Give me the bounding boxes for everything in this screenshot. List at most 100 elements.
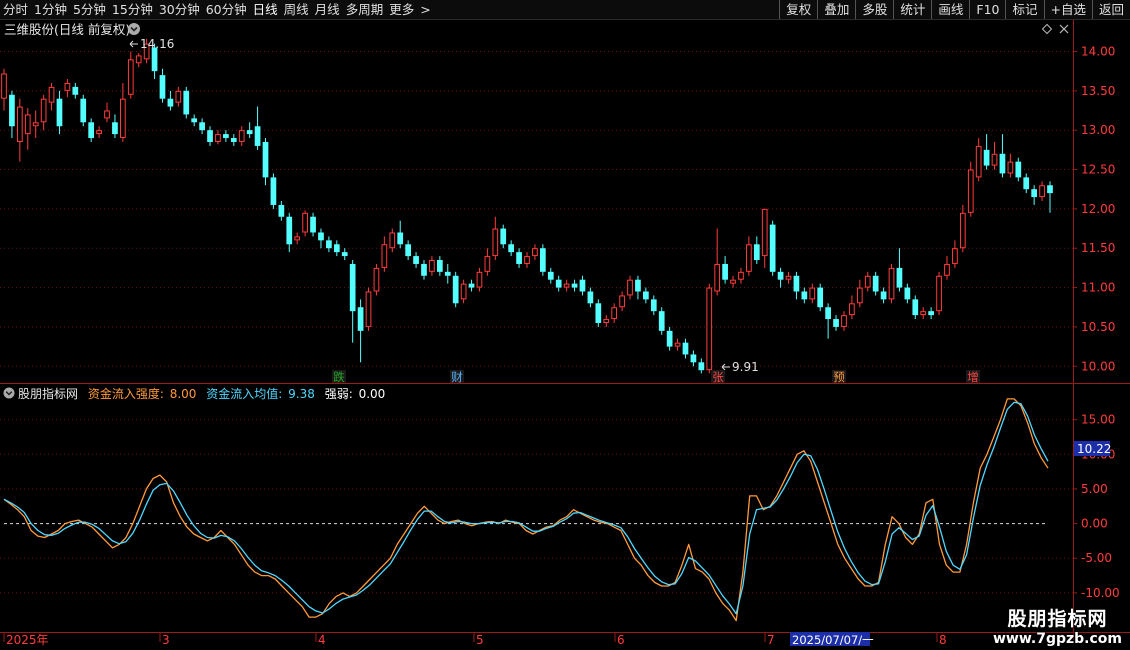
indicator-tick-label: -10.00 (1081, 586, 1120, 600)
candle (191, 114, 198, 127)
candle (959, 204, 966, 253)
candle (104, 102, 110, 123)
candle (1047, 181, 1053, 213)
event-marker[interactable]: 增 (966, 370, 980, 384)
candle (64, 79, 71, 98)
candle (706, 283, 713, 374)
close-icon[interactable] (1059, 24, 1069, 34)
candle-body (357, 307, 364, 331)
candle-body (286, 216, 293, 245)
candle-body (16, 106, 23, 142)
candle (270, 173, 277, 209)
toolbar-button-7[interactable]: +自选 (1043, 0, 1092, 19)
event-marker[interactable]: 财 (450, 370, 464, 384)
toolbar-button-1[interactable]: 叠加 (817, 0, 855, 19)
event-marker[interactable]: 张 (711, 370, 725, 384)
toolbar-button-8[interactable]: 返回 (1091, 0, 1130, 19)
candle-body (1015, 161, 1022, 178)
period-tabs: 分时 1分钟 5分钟 15分钟 30分钟 60分钟 日线 周线 月线 多周期 更多 > (0, 0, 434, 19)
candle (904, 283, 911, 304)
candle-body (460, 283, 467, 300)
candle (1023, 173, 1030, 194)
toolbar-button-4[interactable]: 画线 (931, 0, 969, 19)
indicator-tick-label: 0.00 (1081, 517, 1108, 531)
diamond-icon[interactable] (1041, 23, 1053, 35)
candle (999, 134, 1006, 178)
period-tab-1[interactable]: 1分钟 (31, 0, 70, 19)
event-marker-text: 预 (833, 370, 845, 384)
candle-body (9, 94, 15, 127)
candle-body (999, 153, 1006, 174)
toolbar-button-0[interactable]: 复权 (779, 0, 817, 19)
chart-area[interactable]: 14.00 13.50 13.00 12.50 12.00 11.50 11.00 10.50… (0, 20, 1130, 650)
toolbar-button-5[interactable]: F10 (969, 0, 1005, 19)
period-tab-4[interactable]: 30分钟 (156, 0, 203, 19)
candle-body (444, 271, 451, 276)
period-tab-5[interactable]: 60分钟 (203, 0, 250, 19)
candle (595, 299, 602, 327)
candles-layer (1, 38, 1053, 374)
indicator-menu-icon[interactable] (3, 387, 15, 399)
svg-text:股朋指标网 资金流入强度: 8.00: 股朋指标网 资金流入强度: 8.00 资金流入均值: 9.38 强弱: 0.00 (18, 386, 385, 401)
event-marker[interactable]: 预 (832, 370, 846, 384)
candle-body (135, 55, 142, 64)
candle-body (389, 232, 396, 249)
candle-body (262, 141, 269, 178)
candle (864, 271, 871, 292)
candle (167, 90, 174, 111)
candle (738, 267, 744, 284)
candle (310, 212, 316, 237)
period-tab-2[interactable]: 5分钟 (70, 0, 109, 19)
current-value-tag: 10.22 (1074, 441, 1111, 456)
candle (24, 108, 31, 150)
candle (444, 263, 451, 284)
candle (516, 248, 522, 268)
candle-body (880, 291, 887, 300)
candle (254, 106, 261, 150)
candle (294, 232, 301, 245)
more-chevron-icon[interactable]: > (417, 0, 433, 19)
candle-body (603, 319, 610, 323)
candle (302, 210, 308, 237)
period-tab-6[interactable]: 日线 (250, 0, 281, 19)
candle-body (595, 303, 602, 323)
period-tab-9[interactable]: 多周期 (343, 0, 387, 19)
toolbar-button-3[interactable]: 统计 (893, 0, 931, 19)
candle (286, 212, 293, 253)
period-tab-0[interactable]: 分时 (0, 0, 31, 19)
candle (603, 315, 610, 327)
candle-body (888, 267, 895, 300)
average-label: 资金流入均值: (206, 386, 282, 401)
candle (16, 98, 23, 162)
candle (650, 295, 657, 316)
low-price-text: 9.91 (732, 360, 759, 374)
candle (888, 263, 895, 304)
period-tab-7[interactable]: 周线 (281, 0, 312, 19)
period-tab-3[interactable]: 15分钟 (109, 0, 156, 19)
candle (135, 53, 142, 68)
candle-body (563, 283, 570, 288)
candle-body (191, 118, 198, 123)
candle-body (690, 354, 697, 363)
candle (1039, 181, 1045, 201)
candle (698, 358, 705, 374)
candle-body (159, 75, 166, 99)
candle-body (666, 330, 673, 347)
candle-body (365, 291, 372, 327)
chevron-down-icon[interactable] (128, 23, 140, 35)
candle (492, 216, 499, 261)
strength-line (3, 398, 1049, 622)
toolbar-button-6[interactable]: 标记 (1005, 0, 1043, 19)
period-tab-8[interactable]: 月线 (312, 0, 343, 19)
toolbar-button-2[interactable]: 多股 (855, 0, 893, 19)
x-highlight-date: 2025/07/07/一 (790, 632, 874, 647)
candle-body (1, 73, 7, 99)
candle-body (120, 98, 126, 139)
period-tab-10[interactable]: 更多 (386, 0, 417, 19)
candle-body (952, 248, 958, 264)
candle-body (627, 279, 633, 296)
weak-label: 强弱: (325, 387, 353, 401)
candle-body (516, 252, 522, 264)
event-marker[interactable]: 跌 (332, 370, 346, 384)
candle-body (373, 267, 380, 292)
